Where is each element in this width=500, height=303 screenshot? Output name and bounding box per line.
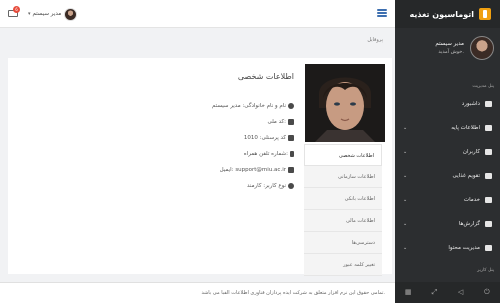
sidebar-toolbar: ▦ ⤢ ◁ ⏻ — [395, 282, 500, 303]
sidebar-item-label: تقویم غذایی — [452, 173, 481, 179]
copy-icon — [485, 245, 492, 251]
mute-icon[interactable]: ◁ — [457, 289, 464, 296]
sidebar-item-food-calendar[interactable]: تقویم غذایی ⌄ — [395, 164, 500, 188]
chevron-down-icon: ⌄ — [403, 197, 408, 203]
sidebar-user-name: مدیر سیستم — [435, 41, 464, 47]
info-row-national-id: کد ملی: — [94, 114, 294, 130]
id-card-icon — [288, 135, 294, 141]
sidebar-item-dashboard[interactable]: داشبورد — [395, 92, 500, 116]
chevron-down-icon: ⌄ — [403, 173, 408, 179]
avatar — [64, 7, 78, 21]
footer: تمامی حقوق این نرم افزار متعلق به شرکت ا… — [0, 282, 395, 303]
list-icon — [485, 197, 492, 203]
chart-icon — [485, 221, 492, 227]
mail-button[interactable]: 6 — [8, 6, 20, 17]
copyright-text: تمامی حقوق این نرم افزار متعلق به شرکت ا… — [201, 290, 385, 296]
users-icon — [485, 149, 492, 155]
profile-menu-access[interactable]: دسترسی‌ها — [304, 232, 382, 254]
dashboard-icon — [485, 101, 492, 107]
chevron-down-icon: ⌄ — [403, 149, 408, 155]
info-mobile: شماره تلفن همراه: — [243, 151, 288, 157]
profile-photo — [305, 64, 385, 142]
info-name: نام و نام خانوادگی: مدیر سیستم — [212, 103, 286, 109]
chevron-down-icon: ⌄ — [403, 221, 408, 227]
sidebar-item-label: مدیریت محتوا — [448, 245, 480, 251]
section-title: اطلاعات شخصی — [237, 72, 294, 81]
profile-menu: اطلاعات شخصی اطلاعات سازمانی اطلاعات بان… — [304, 144, 382, 276]
info-row-mobile: شماره تلفن همراه: — [94, 146, 294, 162]
info-personnel-id: کد پرسنلی: 1010 — [243, 135, 286, 141]
breadcrumb: پروفایل — [0, 29, 395, 50]
id-card-icon — [288, 119, 294, 125]
chevron-down-icon: ⌄ — [403, 245, 408, 251]
power-icon[interactable]: ⏻ — [483, 289, 490, 296]
profile-menu-personal[interactable]: اطلاعات شخصی — [304, 144, 382, 166]
sidebar-item-label: داشبورد — [461, 101, 480, 107]
breadcrumb-current: پروفایل — [367, 37, 383, 43]
chevron-down-icon: ▾ — [28, 11, 31, 17]
user-icon — [288, 103, 294, 109]
sidebar-item-services[interactable]: خدمات ⌄ — [395, 188, 500, 212]
table-icon — [485, 125, 492, 131]
sidebar-item-users[interactable]: کاربران ⌄ — [395, 140, 500, 164]
sidebar-profile: مدیر سیستم خوش آمدید. — [395, 36, 500, 82]
top-bar: 6 ▾ مدیر سیستم — [0, 0, 395, 28]
info-user-type: نوع کاربر: کارمند — [247, 183, 286, 189]
mobile-icon — [290, 151, 294, 157]
user-name: مدیر سیستم — [32, 11, 62, 17]
sidebar-item-content-management[interactable]: مدیریت محتوا ⌄ — [395, 236, 500, 260]
user-panel-label: پنل کاربر — [477, 268, 494, 273]
info-row-user-type: نوع کاربر: کارمند — [94, 178, 294, 194]
sidebar-item-label: اطلاعات پایه — [451, 125, 480, 131]
sidebar-item-basic-info[interactable]: اطلاعات پایه ⌄ — [395, 116, 500, 140]
avatar — [470, 36, 494, 60]
info-row-personnel-id: کد پرسنلی: 1010 — [94, 130, 294, 146]
brand[interactable]: اتوماسیون تغذیه — [395, 0, 500, 28]
sidebar-item-label: گزارش‌ها — [458, 221, 480, 227]
sidebar-item-reports[interactable]: گزارش‌ها ⌄ — [395, 212, 500, 236]
welcome-text: خوش آمدید. — [438, 49, 464, 55]
info-icon — [288, 183, 294, 189]
chevron-down-icon: ⌄ — [403, 125, 408, 131]
sidebar: اتوماسیون تغذیه مدیر سیستم خوش آمدید. پن… — [395, 0, 500, 303]
info-national-id: کد ملی: — [267, 119, 286, 125]
mail-count-badge: 6 — [13, 6, 20, 13]
profile-menu-organizational[interactable]: اطلاعات سازمانی — [304, 166, 382, 188]
profile-menu-change-password[interactable]: تغییر کلمه عبور — [304, 254, 382, 276]
menu-toggle-icon[interactable] — [377, 9, 387, 17]
profile-menu-financial[interactable]: اطلاعات مالی — [304, 210, 382, 232]
calendar-icon — [485, 173, 492, 179]
sidebar-item-label: کاربران — [462, 149, 480, 155]
portrait-image — [305, 64, 385, 142]
info-row-email: ایمیل: support@miu.ac.ir — [94, 162, 294, 178]
info-email: ایمیل: support@miu.ac.ir — [219, 167, 286, 173]
user-menu[interactable]: ▾ مدیر سیستم — [28, 7, 78, 21]
envelope-icon — [288, 167, 294, 173]
personal-info-list: نام و نام خانوادگی: مدیر سیستم کد ملی: ک… — [94, 98, 294, 194]
logo-icon — [479, 8, 491, 20]
brand-title: اتوماسیون تغذیه — [409, 9, 474, 19]
grid-icon[interactable]: ▦ — [405, 289, 412, 296]
fullscreen-icon[interactable]: ⤢ — [431, 289, 438, 296]
profile-menu-bank[interactable]: اطلاعات بانکی — [304, 188, 382, 210]
sidebar-item-label: خدمات — [463, 197, 480, 203]
info-row-name: نام و نام خانوادگی: مدیر سیستم — [94, 98, 294, 114]
profile-card: اطلاعات شخصی اطلاعات سازمانی اطلاعات بان… — [8, 58, 392, 276]
admin-panel-label: پنل مدیریت — [472, 84, 494, 89]
